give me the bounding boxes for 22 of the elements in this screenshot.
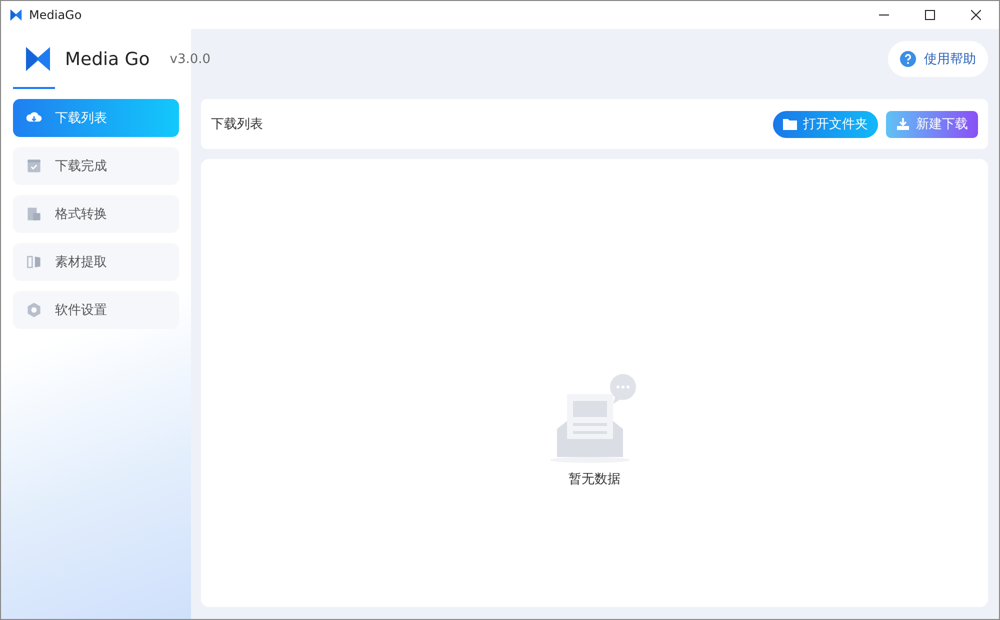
help-button[interactable]: 使用帮助 — [888, 41, 988, 77]
version-label: v3.0.0 — [170, 52, 211, 66]
squares-icon — [25, 205, 43, 223]
sidebar-item[interactable]: 素材提取 — [13, 243, 179, 281]
panels-icon — [25, 253, 43, 271]
sidebar-item[interactable]: 下载完成 — [13, 147, 179, 185]
sidebar-item[interactable]: 软件设置 — [13, 291, 179, 329]
new-download-button[interactable]: 新建下载 — [886, 110, 978, 138]
close-icon — [971, 10, 981, 20]
app-name: Media Go — [65, 48, 150, 70]
logo-icon — [23, 44, 53, 74]
empty-state-text: 暂无数据 — [568, 470, 620, 488]
maximize-icon — [925, 10, 935, 20]
sidebar-item[interactable]: 格式转换 — [13, 195, 179, 233]
help-icon — [900, 51, 916, 67]
logo-icon — [9, 8, 23, 22]
toolbar-title: 下载列表 — [211, 116, 263, 133]
download-icon — [896, 117, 910, 131]
folder-icon — [783, 118, 797, 130]
hexagon-icon — [25, 301, 43, 319]
window-title: MediaGo — [29, 8, 82, 22]
checkbox-icon — [25, 157, 43, 175]
